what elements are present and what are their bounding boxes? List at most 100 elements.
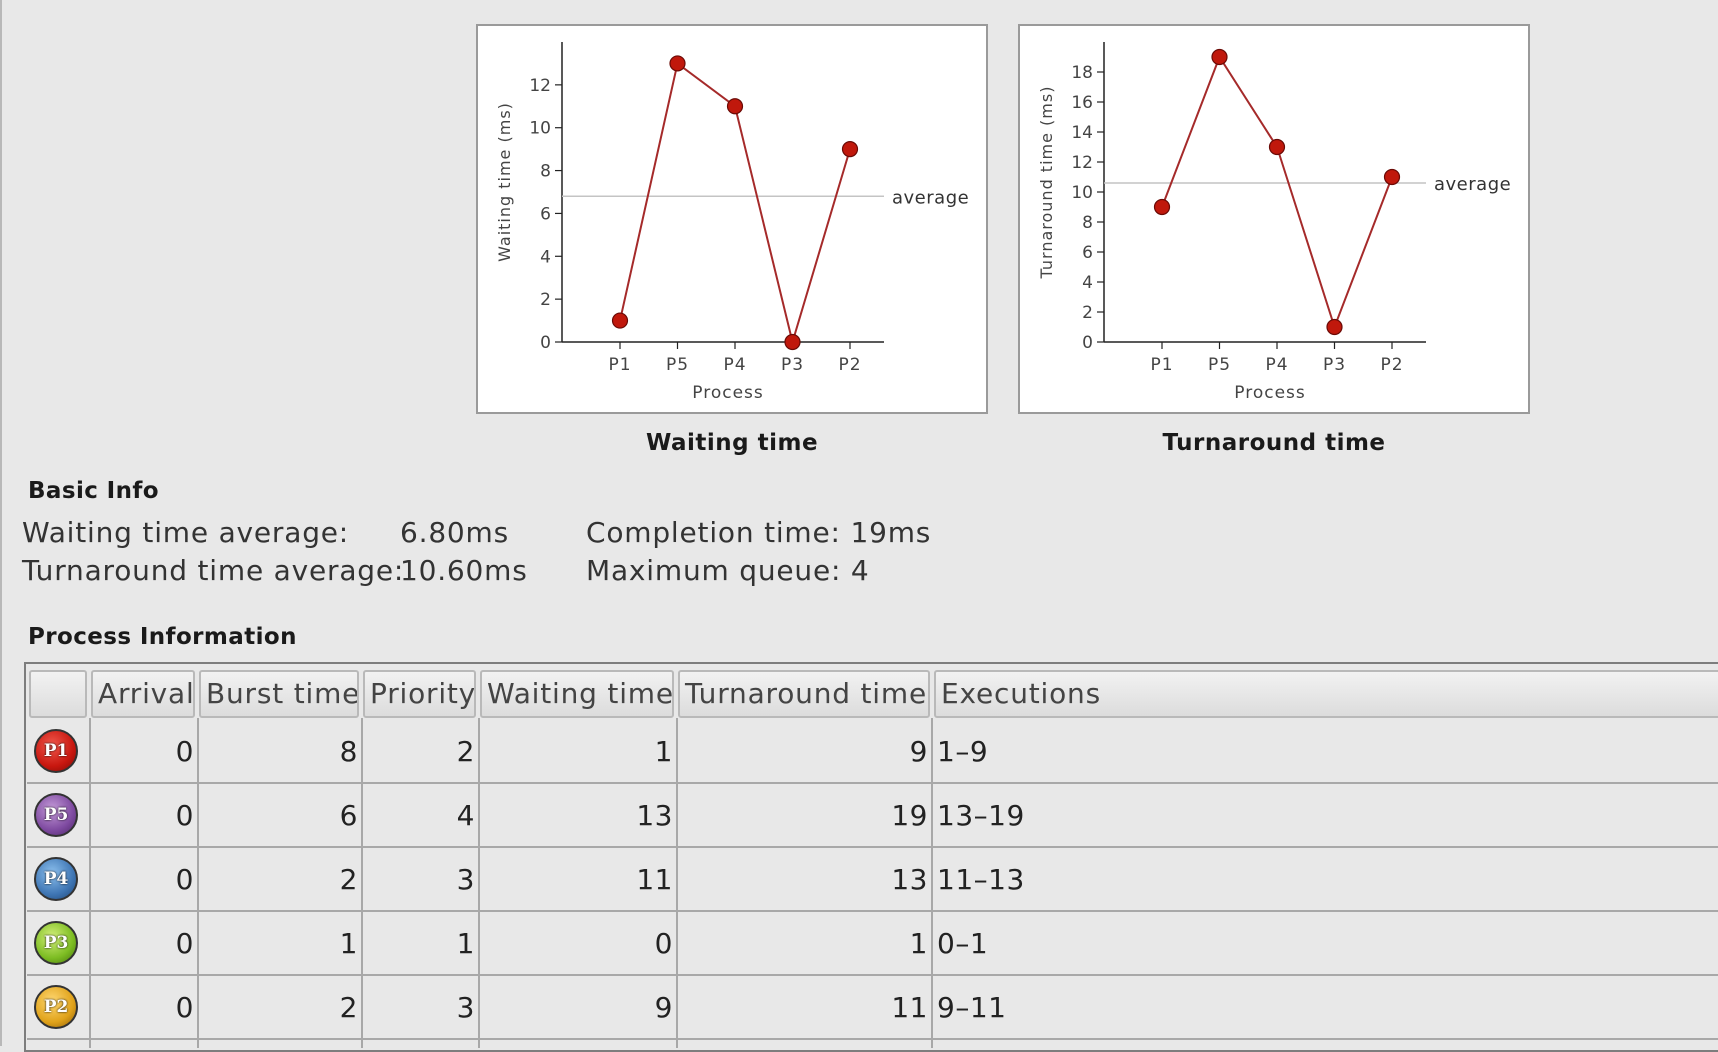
cell-waiting-time: 9 — [654, 991, 673, 1024]
y-tick-label: 8 — [1082, 213, 1093, 233]
data-point — [1211, 48, 1228, 66]
data-point — [726, 98, 744, 115]
cell-arrival: 0 — [175, 991, 194, 1024]
data-point — [784, 333, 801, 351]
waiting-average-label: Waiting time average: — [22, 516, 350, 549]
y-tick-label: 12 — [1071, 153, 1093, 173]
cell-turnaround-time: 1 — [909, 927, 928, 960]
y-tick-label: 2 — [540, 290, 551, 310]
x-tick-label: P1 — [1150, 355, 1173, 375]
y-tick-label: 8 — [540, 162, 551, 182]
cell-waiting-time: 1 — [654, 735, 673, 768]
cell-priority: 4 — [456, 799, 475, 832]
x-tick-label: P3 — [781, 355, 804, 375]
x-tick-label: P1 — [608, 355, 631, 375]
maximum-queue: Maximum queue: 4 — [586, 554, 870, 587]
table-row[interactable]: P4 0 2 3 11 13 11–13 — [27, 848, 1718, 912]
data-point — [1153, 198, 1171, 216]
process-badge-icon: P3 — [34, 921, 78, 965]
table-row[interactable]: P3 0 1 1 0 1 0–1 — [27, 912, 1718, 976]
y-tick-label: 14 — [1071, 123, 1093, 143]
column-header-executions[interactable]: Executions — [934, 670, 1718, 718]
waiting-time-chart-plot: 0 2 4 6 8 10 12 P1 P5 P4 P3 P2 Process Waiting time (… — [495, 42, 969, 403]
turnaround-time-chart-plot: 0 2 4 6 8 10 12 14 16 18 P1 P5 P4 P3 P2 Process Turnarou… — [1037, 42, 1511, 403]
cell-turnaround-time: 9 — [909, 735, 928, 768]
y-tick-label: 6 — [1082, 243, 1093, 263]
x-tick-label: P4 — [1265, 355, 1288, 375]
y-tick-label: 10 — [529, 119, 551, 139]
cell-arrival: 0 — [175, 799, 194, 832]
data-point — [1268, 138, 1286, 156]
cell-executions: 1–9 — [937, 735, 989, 768]
turnaround-time-chart-caption: Turnaround time — [1162, 430, 1386, 456]
data-point — [1383, 168, 1401, 186]
cell-arrival: 0 — [175, 863, 194, 896]
x-tick-label: P2 — [1380, 355, 1403, 375]
column-header-arrival[interactable]: Arrival — [91, 670, 195, 718]
y-tick-label: 6 — [540, 204, 551, 224]
cell-waiting-time: 0 — [654, 927, 673, 960]
completion-time: Completion time: 19ms — [586, 516, 932, 549]
cell-executions: 9–11 — [937, 991, 1007, 1024]
x-tick-label: P4 — [723, 355, 746, 375]
series-line — [1161, 54, 1393, 331]
waiting-time-chart-caption: Waiting time — [645, 430, 819, 456]
table-row[interactable]: P2 0 2 3 9 11 9–11 — [27, 976, 1718, 1040]
data-point — [611, 312, 629, 329]
window-left-edge — [0, 0, 2, 1046]
waiting-average-value: 6.80ms — [400, 516, 510, 549]
y-tick-label: 10 — [1071, 183, 1093, 203]
cell-burst-time: 8 — [339, 735, 358, 768]
y-tick-label: 16 — [1071, 93, 1093, 113]
process-badge-icon: P4 — [34, 857, 78, 901]
cell-turnaround-time: 11 — [891, 991, 928, 1024]
cell-turnaround-time: 13 — [891, 863, 928, 896]
table-row[interactable]: P1 0 8 2 1 9 1–9 — [27, 720, 1718, 784]
cell-waiting-time: 13 — [636, 799, 673, 832]
basic-info-title: Basic Info — [28, 478, 160, 504]
turnaround-average-label: Turnaround time average: — [22, 554, 405, 587]
turnaround-time-chart: 0 2 4 6 8 10 12 14 16 18 P1 P5 P4 P3 P2 Process Turnarou… — [1018, 24, 1530, 414]
y-axis-label: Waiting time (ms) — [495, 102, 514, 262]
column-header-priority[interactable]: Priority — [363, 670, 476, 718]
cell-burst-time: 2 — [339, 863, 358, 896]
cell-executions: 0–1 — [937, 927, 989, 960]
cell-priority: 3 — [456, 991, 475, 1024]
cell-turnaround-time: 19 — [891, 799, 928, 832]
process-badge-icon: P2 — [34, 985, 78, 1029]
x-tick-label: P5 — [666, 355, 689, 375]
average-label: average — [1434, 174, 1511, 195]
cell-priority: 1 — [456, 927, 475, 960]
process-info-title: Process Information — [28, 624, 297, 650]
y-axis-label: Turnaround time (ms) — [1037, 86, 1056, 280]
x-tick-label: P3 — [1323, 355, 1346, 375]
cell-priority: 3 — [456, 863, 475, 896]
x-axis-label: Process — [1234, 383, 1306, 403]
cell-executions: 11–13 — [937, 863, 1025, 896]
cell-burst-time: 1 — [339, 927, 358, 960]
y-tick-label: 2 — [1082, 303, 1093, 323]
process-badge-icon: P1 — [34, 729, 78, 773]
cell-priority: 2 — [456, 735, 475, 768]
x-tick-label: P5 — [1208, 355, 1231, 375]
waiting-time-chart: 0 2 4 6 8 10 12 P1 P5 P4 P3 P2 Process Waiting time (… — [476, 24, 988, 414]
turnaround-average-value: 10.60ms — [400, 554, 528, 587]
y-tick-label: 18 — [1071, 63, 1093, 83]
column-header-turnaround-time[interactable]: Turnaround time — [678, 670, 930, 718]
x-tick-label: P2 — [838, 355, 861, 375]
cell-arrival: 0 — [175, 735, 194, 768]
y-tick-label: 4 — [540, 247, 551, 267]
x-axis-label: Process — [692, 383, 764, 403]
cell-waiting-time: 11 — [636, 863, 673, 896]
data-point — [669, 55, 686, 72]
table-row[interactable]: P5 0 6 4 13 19 13–19 — [27, 784, 1718, 848]
data-point — [841, 141, 859, 158]
y-tick-label: 0 — [1082, 333, 1093, 353]
column-header-process[interactable] — [29, 670, 87, 718]
data-point — [1326, 318, 1343, 336]
column-header-waiting-time[interactable]: Waiting time — [480, 670, 674, 718]
column-header-burst-time[interactable]: Burst time — [199, 670, 359, 718]
cell-burst-time: 2 — [339, 991, 358, 1024]
cell-arrival: 0 — [175, 927, 194, 960]
y-tick-label: 4 — [1082, 273, 1093, 293]
